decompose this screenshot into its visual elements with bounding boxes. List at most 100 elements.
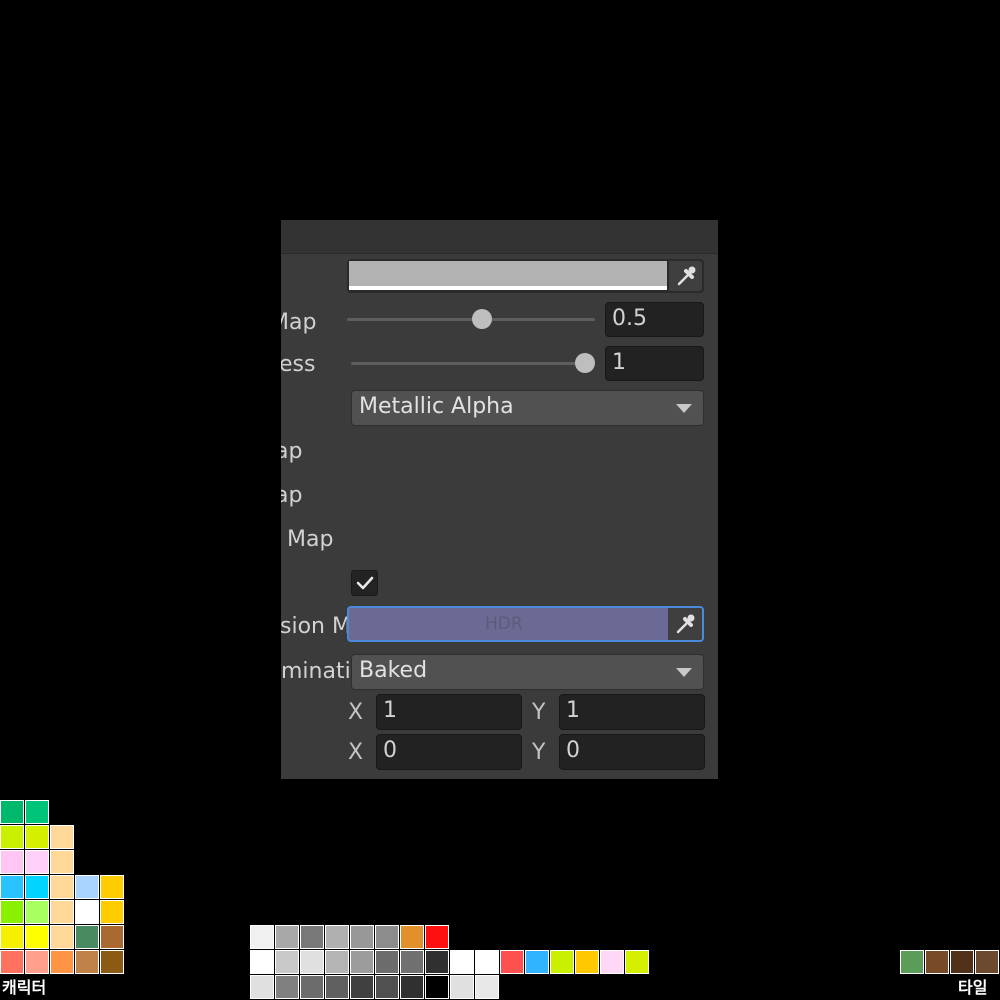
- character-palette-swatch[interactable]: [0, 950, 24, 974]
- offset-x-field[interactable]: 0: [376, 734, 522, 770]
- character-palette-swatch[interactable]: [0, 850, 24, 874]
- neutral-palette-swatch[interactable]: [425, 975, 449, 999]
- character-palette-swatch[interactable]: [75, 950, 99, 974]
- tile-palette-swatch[interactable]: [975, 950, 999, 974]
- character-palette-swatch[interactable]: [50, 825, 74, 849]
- character-palette-swatch[interactable]: [75, 900, 99, 924]
- neutral-palette-swatch[interactable]: [500, 950, 524, 974]
- offset-x-label: X: [348, 740, 364, 765]
- neutral-palette-swatch[interactable]: [325, 925, 349, 949]
- character-palette-swatch[interactable]: [25, 875, 49, 899]
- character-palette-swatch[interactable]: [25, 850, 49, 874]
- character-palette-swatch[interactable]: [50, 950, 74, 974]
- label-height-map: ap: [281, 483, 303, 508]
- neutral-palette-swatch[interactable]: [425, 925, 449, 949]
- neutral-palette-swatch[interactable]: [275, 925, 299, 949]
- neutral-palette-swatch[interactable]: [375, 975, 399, 999]
- smoothness-value-field[interactable]: 1: [605, 346, 704, 381]
- offset-y-field[interactable]: 0: [559, 734, 705, 770]
- character-palette-swatch[interactable]: [75, 925, 99, 949]
- label-normal-map: ap: [281, 439, 303, 464]
- neutral-palette-swatch[interactable]: [250, 975, 274, 999]
- neutral-palette-swatch[interactable]: [250, 950, 274, 974]
- hdr-badge: HDR: [485, 614, 523, 634]
- neutral-palette-swatch[interactable]: [450, 975, 474, 999]
- neutral-palette-swatch[interactable]: [550, 950, 574, 974]
- neutral-palette-swatch[interactable]: [475, 975, 499, 999]
- tile-palette-swatch[interactable]: [950, 950, 974, 974]
- character-palette-swatch[interactable]: [25, 800, 49, 824]
- neutral-palette-swatch[interactable]: [300, 925, 324, 949]
- albedo-color-field[interactable]: [347, 259, 704, 293]
- emission-eyedropper-button[interactable]: [668, 608, 702, 640]
- neutral-palette-swatch[interactable]: [350, 950, 374, 974]
- neutral-palette-swatch[interactable]: [450, 950, 474, 974]
- emission-color-field[interactable]: HDR: [347, 606, 704, 642]
- neutral-palette-swatch[interactable]: [625, 950, 649, 974]
- neutral-palette-swatch[interactable]: [400, 975, 424, 999]
- neutral-palette-swatch[interactable]: [425, 950, 449, 974]
- neutral-palette-swatch[interactable]: [375, 950, 399, 974]
- character-palette-swatch[interactable]: [100, 950, 124, 974]
- smoothness-source-dropdown[interactable]: Metallic Alpha: [351, 390, 704, 426]
- eyedropper-icon: [676, 265, 696, 291]
- smoothness-source-value: Metallic Alpha: [359, 394, 514, 419]
- neutral-palette-swatch[interactable]: [475, 950, 499, 974]
- neutral-palette-swatch[interactable]: [350, 925, 374, 949]
- tile-palette-swatch[interactable]: [900, 950, 924, 974]
- character-palette-swatch[interactable]: [50, 925, 74, 949]
- neutral-palette-swatch[interactable]: [325, 950, 349, 974]
- neutral-palette-swatch[interactable]: [525, 950, 549, 974]
- global-illumination-dropdown[interactable]: Baked: [351, 654, 704, 690]
- neutral-palette-swatch[interactable]: [375, 925, 399, 949]
- tiling-y-label: Y: [532, 700, 546, 725]
- label-emission-map: sion M: [281, 614, 351, 639]
- character-palette-swatch[interactable]: [100, 900, 124, 924]
- panel-header: [281, 220, 718, 254]
- character-palette-swatch[interactable]: [25, 925, 49, 949]
- character-palette-swatch[interactable]: [25, 950, 49, 974]
- neutral-palette-swatch[interactable]: [575, 950, 599, 974]
- character-palette-swatch[interactable]: [75, 875, 99, 899]
- tile-palette-label: 타일: [958, 978, 988, 997]
- eyedropper-icon: [675, 613, 695, 639]
- character-palette-swatch[interactable]: [100, 925, 124, 949]
- smoothness-slider-track[interactable]: [351, 362, 595, 365]
- neutral-palette-swatch[interactable]: [275, 975, 299, 999]
- neutral-palette-swatch[interactable]: [250, 925, 274, 949]
- label-smoothness: ess: [281, 352, 316, 377]
- global-illumination-value: Baked: [359, 658, 428, 683]
- tiling-x-field[interactable]: 1: [376, 694, 522, 730]
- neutral-palette-swatch[interactable]: [325, 975, 349, 999]
- character-palette-swatch[interactable]: [0, 800, 24, 824]
- metallic-slider-thumb[interactable]: [472, 309, 492, 329]
- neutral-palette-swatch[interactable]: [600, 950, 624, 974]
- label-occlusion-map: Map: [287, 527, 334, 552]
- tile-palette-swatch[interactable]: [925, 950, 949, 974]
- emission-checkbox[interactable]: [351, 570, 378, 596]
- character-palette-swatch[interactable]: [50, 900, 74, 924]
- character-palette-swatch[interactable]: [0, 900, 24, 924]
- character-palette-swatch[interactable]: [50, 850, 74, 874]
- neutral-palette-swatch[interactable]: [300, 975, 324, 999]
- albedo-color-swatch[interactable]: [349, 261, 667, 286]
- neutral-palette-swatch[interactable]: [350, 975, 374, 999]
- label-global-illumination: minati: [281, 659, 351, 684]
- neutral-palette-swatch[interactable]: [400, 950, 424, 974]
- character-palette-swatch[interactable]: [0, 925, 24, 949]
- character-palette-swatch[interactable]: [25, 825, 49, 849]
- metallic-value-field[interactable]: 0.5: [605, 302, 704, 337]
- smoothness-slider-thumb[interactable]: [575, 353, 595, 373]
- screen: { "inspector": { "labels": { "row1": "",…: [0, 0, 1000, 1000]
- character-palette-swatch[interactable]: [100, 875, 124, 899]
- tiling-y-field[interactable]: 1: [559, 694, 705, 730]
- character-palette-swatch[interactable]: [25, 900, 49, 924]
- character-palette-swatch[interactable]: [0, 825, 24, 849]
- metallic-slider-track[interactable]: [347, 318, 595, 321]
- neutral-palette-swatch[interactable]: [400, 925, 424, 949]
- character-palette-swatch[interactable]: [50, 875, 74, 899]
- neutral-palette-swatch[interactable]: [275, 950, 299, 974]
- eyedropper-button[interactable]: [669, 261, 702, 291]
- neutral-palette-swatch[interactable]: [300, 950, 324, 974]
- character-palette-swatch[interactable]: [0, 875, 24, 899]
